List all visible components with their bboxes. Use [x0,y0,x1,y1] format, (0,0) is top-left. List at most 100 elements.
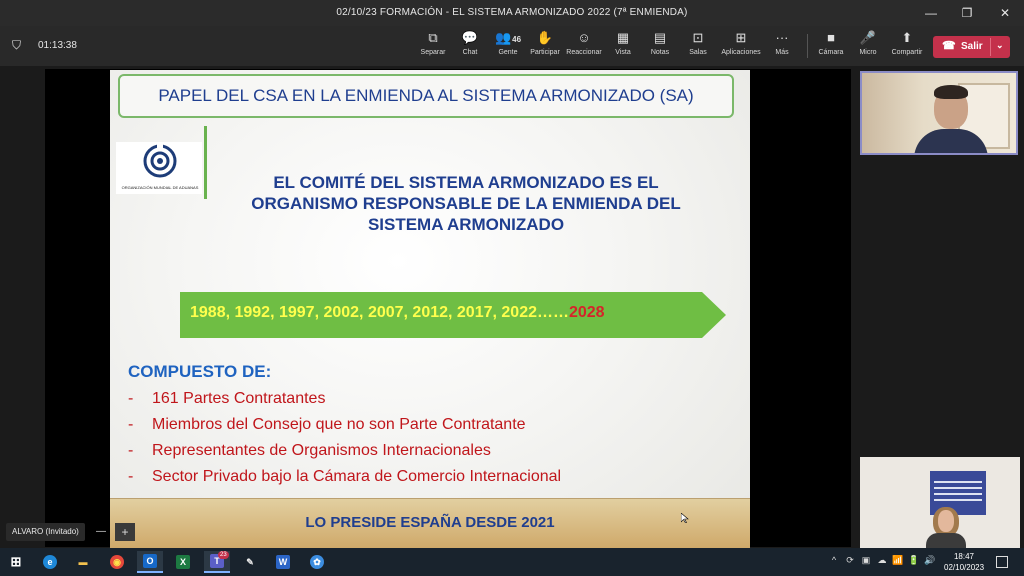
taskbar-app-explorer[interactable]: ▬ [70,551,96,573]
add-apps-icon: ⊞ [735,30,747,45]
presenter-name: ALVARO (Invitado) [6,523,85,541]
smiley-icon: ☺ [577,30,591,45]
list-dash: - [128,390,134,407]
tray-cloud-icon[interactable]: ☁ [874,555,890,566]
composed-list: - 161 Partes Contratantes - Miembros del C… [128,390,561,494]
leave-button[interactable]: ☎ Salir ⌄ [933,36,1010,58]
system-tray: ^ ⟳ ▣ ☁ 📶 🔋 🔊 [826,555,938,566]
clock-date: 02/10/2023 [944,563,985,572]
minimize-button[interactable]: — [914,0,948,26]
teams-notification-badge: 23 [218,551,229,559]
restore-button[interactable]: ❐ [950,0,984,26]
share-icon: ⬆ [901,30,913,45]
more-button[interactable]: ··· Más [760,30,804,56]
raise-hand-button[interactable]: ✋ Participar [523,30,567,56]
taskbar-app-other[interactable]: ✿ [304,551,330,573]
taskbar-clock[interactable]: 18:47 02/10/2023 [944,551,984,573]
slide-footer-text: LO PRESIDE ESPAÑA DESDE 2021 [305,514,555,531]
close-button[interactable]: ✕ [988,0,1022,26]
heading-line: SISTEMA ARMONIZADO [367,215,565,234]
rooms-button[interactable]: ⊡ Salas [676,30,720,56]
edge-icon: e [43,555,57,569]
shared-slide: PAPEL DEL CSA EN LA ENMIENDA AL SISTEMA … [110,70,750,548]
hand-icon: ✋ [536,30,554,45]
meeting-timer: 01:13:38 [38,40,77,51]
rooms-icon: ⊡ [692,30,704,45]
tray-sync-icon[interactable]: ⟳ [842,555,858,566]
list-item-text: Representantes de Organismos Internacion… [152,442,491,459]
chat-label: Chat [462,49,478,56]
compartir-label: Compartir [891,49,923,56]
toolbar-divider [807,34,808,58]
teams-meeting-window: 02/10/23 FORMACIÓN - EL SISTEMA ARMONIZA… [0,0,1024,576]
list-dash: - [128,416,134,433]
start-icon: ⊞ [10,554,22,569]
tray-wifi-icon[interactable]: 📶 [890,555,906,566]
people-icon: 👥 [494,30,512,45]
list-item: - Miembros del Consejo que no son Parte C… [128,416,561,442]
chevron-down-icon[interactable]: ⌄ [996,40,1004,51]
start-button[interactable]: ⊞ [3,551,29,573]
amendment-years: 1988, 1992, 1997, 2002, 2007, 2012, 2017… [190,304,605,322]
shield-icon: ⛉ [12,38,22,52]
list-item-text: Miembros del Consejo que no son Parte Co… [152,416,526,433]
participant-video-other[interactable] [860,457,1020,548]
heading-line: ORGANISMO RESPONSABLE DE LA ENMIENDA DEL [251,194,681,213]
aplicaciones-label: Aplicaciones [721,49,761,56]
participant-body [926,533,966,548]
title-bar: 02/10/23 FORMACIÓN - EL SISTEMA ARMONIZA… [0,0,1024,26]
notification-icon[interactable] [996,556,1008,568]
leave-label: Salir [961,41,983,52]
composed-title: COMPUESTO DE: [128,362,272,381]
wco-emblem-icon [143,144,177,178]
taskbar-app-word[interactable]: W [270,551,296,573]
tray-chevron-icon[interactable]: ^ [826,555,842,565]
salas-label: Salas [689,49,707,56]
video-poster-lines [934,481,982,483]
clock-time: 18:47 [953,552,975,561]
taskbar-app-chrome[interactable]: ◉ [104,551,130,573]
outlook-icon: O [143,554,157,568]
meeting-toolbar: ⛉ 01:13:38 ⧉ Separar 💬 Chat 👥46 Gente ✋ … [0,26,1024,66]
mic-muted-icon: 🎤 [859,30,877,45]
minimize-presenter-button[interactable]: — [92,523,110,541]
next-amendment-year: 2028 [568,304,605,321]
slide-heading: EL COMITÉ DEL SISTEMA ARMONIZADO ES EL O… [216,172,716,235]
list-item: - Representantes de Organismos Internacio… [128,442,561,468]
participant-count: 46 [512,35,522,44]
tray-battery-icon[interactable]: 🔋 [906,555,922,566]
participant-video-self[interactable] [860,71,1018,155]
vista-label: Vista [615,49,631,56]
window-title: 02/10/23 FORMACIÓN - EL SISTEMA ARMONIZA… [336,7,688,18]
mic-button[interactable]: 🎤 Micro [846,30,890,56]
years-list: 1988, 1992, 1997, 2002, 2007, 2012, 2017… [190,304,569,321]
share-button[interactable]: ⬆ Compartir [885,30,929,56]
mouse-pointer-icon [681,513,689,523]
tray-app-icon[interactable]: ▣ [858,555,874,566]
react-button[interactable]: ☺ Reaccionar [562,30,606,56]
tray-volume-icon[interactable]: 🔊 [922,555,938,566]
heading-line: EL COMITÉ DEL SISTEMA ARMONIZADO ES EL [273,173,659,192]
taskbar-app-teams[interactable]: T 23 [204,551,230,573]
slide-title: PAPEL DEL CSA EN LA ENMIENDA AL SISTEMA … [118,74,734,118]
list-dash: - [128,442,134,459]
more-icon: ··· [775,30,789,45]
slide-footer-band: LO PRESIDE ESPAÑA DESDE 2021 [110,498,750,548]
reaccionar-label: Reaccionar [566,49,602,56]
list-item: - 161 Partes Contratantes [128,390,561,416]
taskbar-app-outlook[interactable]: O [137,551,163,573]
list-item-text: Sector Privado bajo la Cámara de Comerci… [152,468,562,485]
expand-presenter-button[interactable]: + [115,523,135,541]
windows-taskbar: ⊞ e ▬ ◉ O X T 23 ✎ W ✿ ^ ⟳ ▣ ☁ 📶 🔋 🔊 18:… [0,548,1024,576]
excel-icon: X [176,555,190,569]
phone-icon: ☎ [942,40,956,52]
taskbar-app-paint[interactable]: ✎ [237,551,263,573]
word-icon: W [276,555,290,569]
taskbar-app-excel[interactable]: X [170,551,196,573]
app-icon: ✿ [310,555,324,569]
people-label: Gente [498,49,518,56]
participar-label: Participar [530,49,560,56]
taskbar-app-edge[interactable]: e [37,551,63,573]
apps-button[interactable]: ⊞ Aplicaciones [718,30,764,56]
list-dash: - [128,468,134,485]
